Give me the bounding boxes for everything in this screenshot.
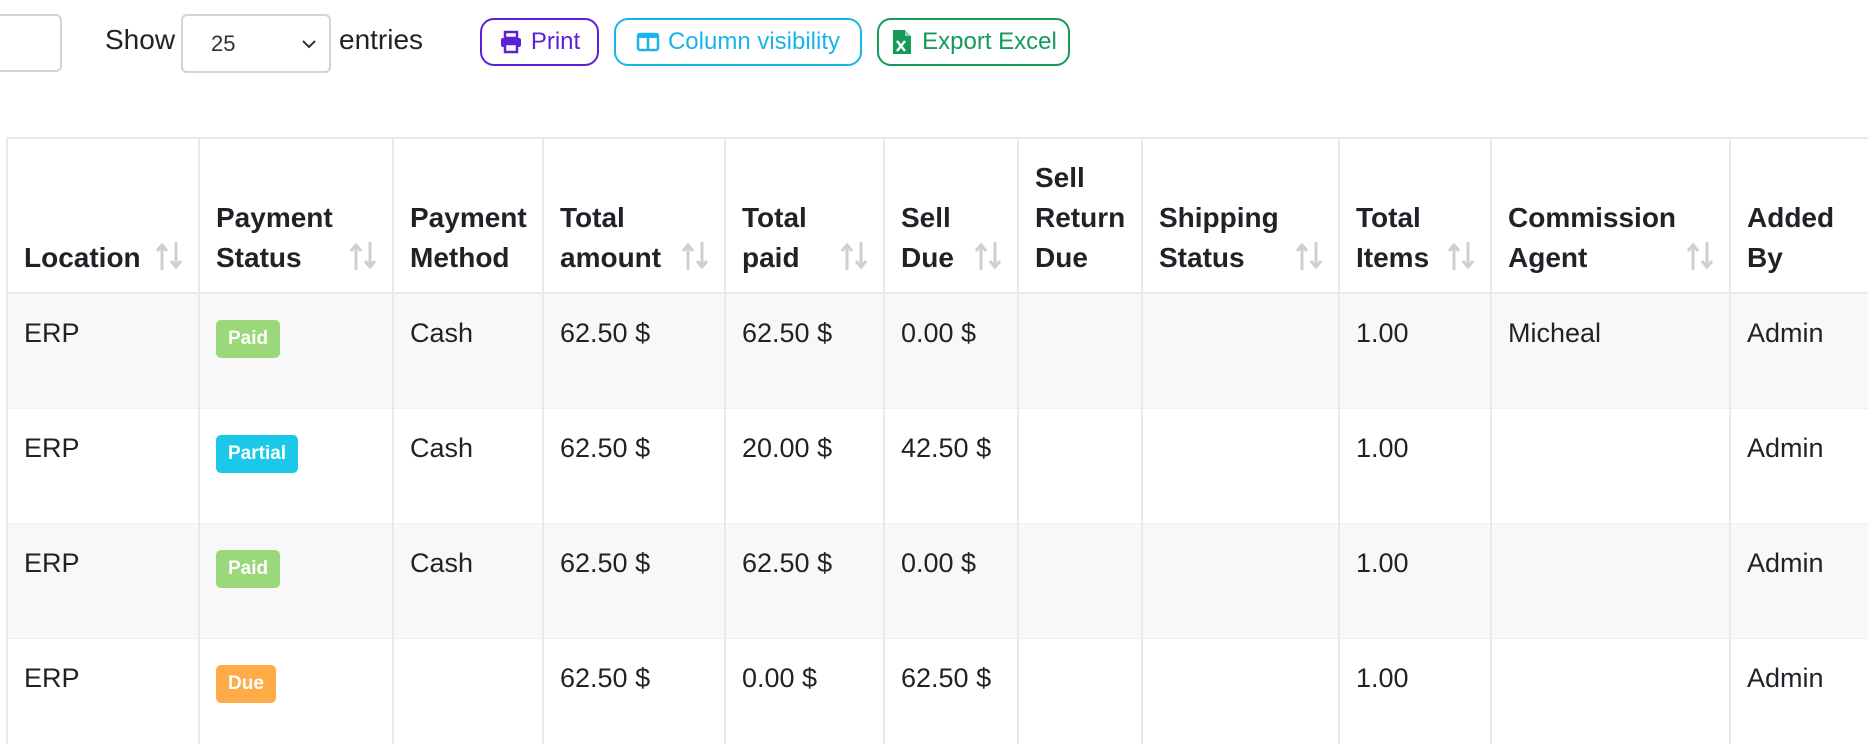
sort-icon [681, 242, 709, 270]
column-header-total-amount[interactable]: Total amount [542, 138, 725, 294]
cell-payment-status: Partial [198, 408, 393, 524]
cell-total-amount: 62.50 $ [542, 293, 725, 409]
cell-payment-method: Cash [392, 523, 543, 639]
cell-payment-status: Due [198, 638, 393, 744]
sales-list-view: Show 25 entries Print Column visibility … [0, 0, 1868, 744]
column-visibility-button[interactable]: Column visibility [614, 18, 862, 66]
cell-shipping-status [1141, 408, 1339, 524]
cell-sell-due: 0.00 $ [883, 293, 1018, 409]
cell-commission-agent [1490, 523, 1730, 639]
cell-total-amount: 62.50 $ [542, 408, 725, 524]
column-header-payment-status[interactable]: Payment Status [198, 138, 393, 294]
cell-shipping-status [1141, 523, 1339, 639]
cell-added-by: Admin [1729, 408, 1868, 524]
column-header-added-by[interactable]: Added By [1729, 138, 1868, 294]
table-row[interactable]: ERP Paid Cash 62.50 $ 62.50 $ 0.00 $ 1.0… [6, 523, 1868, 639]
excel-file-icon [890, 30, 914, 54]
entries-per-page-value: 25 [211, 30, 236, 56]
columns-icon [636, 30, 660, 54]
chevron-down-icon [302, 40, 316, 49]
cell-location: ERP [6, 523, 199, 639]
column-header-total-paid[interactable]: Total paid [724, 138, 884, 294]
cell-total-paid: 20.00 $ [724, 408, 884, 524]
export-excel-button[interactable]: Export Excel [877, 18, 1070, 66]
cell-total-items: 1.00 [1338, 638, 1491, 744]
cell-shipping-status [1141, 293, 1339, 409]
status-badge[interactable]: Partial [216, 434, 299, 473]
cell-added-by: Admin [1729, 293, 1868, 409]
cell-sell-due: 0.00 $ [883, 523, 1018, 639]
column-header-sell-due[interactable]: Sell Due [883, 138, 1018, 294]
cell-commission-agent: Micheal [1490, 293, 1730, 409]
sales-table-container: Location Payment Status Payment Method T… [0, 137, 1868, 744]
cell-commission-agent [1490, 638, 1730, 744]
cell-location: ERP [6, 408, 199, 524]
entries-per-page-select[interactable]: 25 [181, 14, 331, 73]
cell-added-by: Admin [1729, 638, 1868, 744]
column-header-payment-method: Payment Method [392, 138, 543, 294]
cell-sell-due: 42.50 $ [883, 408, 1018, 524]
cell-total-amount: 62.50 $ [542, 638, 725, 744]
print-button[interactable]: Print [480, 18, 599, 66]
table-row[interactable]: ERP Partial Cash 62.50 $ 20.00 $ 42.50 $… [6, 408, 1868, 524]
cell-total-paid: 62.50 $ [724, 523, 884, 639]
column-header-label: Added By [1747, 202, 1835, 273]
cell-sell-return-due [1017, 638, 1142, 744]
cell-total-paid: 62.50 $ [724, 293, 884, 409]
column-header-label: Payment Method [410, 202, 527, 273]
sort-icon [1447, 242, 1475, 270]
cell-location: ERP [6, 293, 199, 409]
sort-icon [1686, 242, 1714, 270]
sort-icon [840, 242, 868, 270]
cell-payment-method [392, 638, 543, 744]
table-row[interactable]: ERP Due 62.50 $ 0.00 $ 62.50 $ 1.00 Admi… [6, 638, 1868, 744]
cell-location: ERP [6, 638, 199, 744]
print-label: Print [530, 28, 581, 55]
cell-payment-method: Cash [392, 408, 543, 524]
cell-sell-return-due [1017, 408, 1142, 524]
column-header-label: Commission Agent [1508, 202, 1677, 273]
sales-table: Location Payment Status Payment Method T… [6, 137, 1868, 744]
sort-icon [1295, 242, 1323, 270]
column-header-total-items[interactable]: Total Items [1338, 138, 1491, 294]
cell-added-by: Admin [1729, 523, 1868, 639]
search-input[interactable] [0, 14, 62, 72]
table-header-row: Location Payment Status Payment Method T… [6, 138, 1868, 294]
sort-icon [155, 242, 183, 270]
show-label: Show [105, 24, 176, 55]
sort-icon [349, 242, 377, 270]
column-header-commission-agent[interactable]: Commission Agent [1490, 138, 1730, 294]
cell-total-paid: 0.00 $ [724, 638, 884, 744]
column-visibility-label: Column visibility [667, 28, 841, 55]
printer-icon [499, 30, 523, 54]
export-excel-label: Export Excel [922, 28, 1057, 55]
cell-total-items: 1.00 [1338, 408, 1491, 524]
column-header-label: Sell Return Due [1035, 162, 1126, 273]
column-header-shipping-status[interactable]: Shipping Status [1141, 138, 1339, 294]
status-badge[interactable]: Paid [216, 549, 281, 588]
entries-label: entries [339, 24, 424, 55]
cell-sell-return-due [1017, 523, 1142, 639]
cell-total-amount: 62.50 $ [542, 523, 725, 639]
cell-sell-return-due [1017, 293, 1142, 409]
column-header-sell-return-due: Sell Return Due [1017, 138, 1142, 294]
column-header-location[interactable]: Location [6, 138, 199, 294]
cell-commission-agent [1490, 408, 1730, 524]
status-badge[interactable]: Paid [216, 320, 281, 358]
table-controls: Show 25 entries Print Column visibility … [0, 0, 1868, 90]
cell-sell-due: 62.50 $ [883, 638, 1018, 744]
sort-icon [974, 242, 1002, 270]
cell-shipping-status [1141, 638, 1339, 744]
cell-payment-method: Cash [392, 293, 543, 409]
status-badge[interactable]: Due [216, 664, 276, 703]
cell-total-items: 1.00 [1338, 523, 1491, 639]
cell-payment-status: Paid [198, 523, 393, 639]
cell-payment-status: Paid [198, 293, 393, 409]
table-row[interactable]: ERP Paid Cash 62.50 $ 62.50 $ 0.00 $ 1.0… [6, 293, 1868, 409]
cell-total-items: 1.00 [1338, 293, 1491, 409]
